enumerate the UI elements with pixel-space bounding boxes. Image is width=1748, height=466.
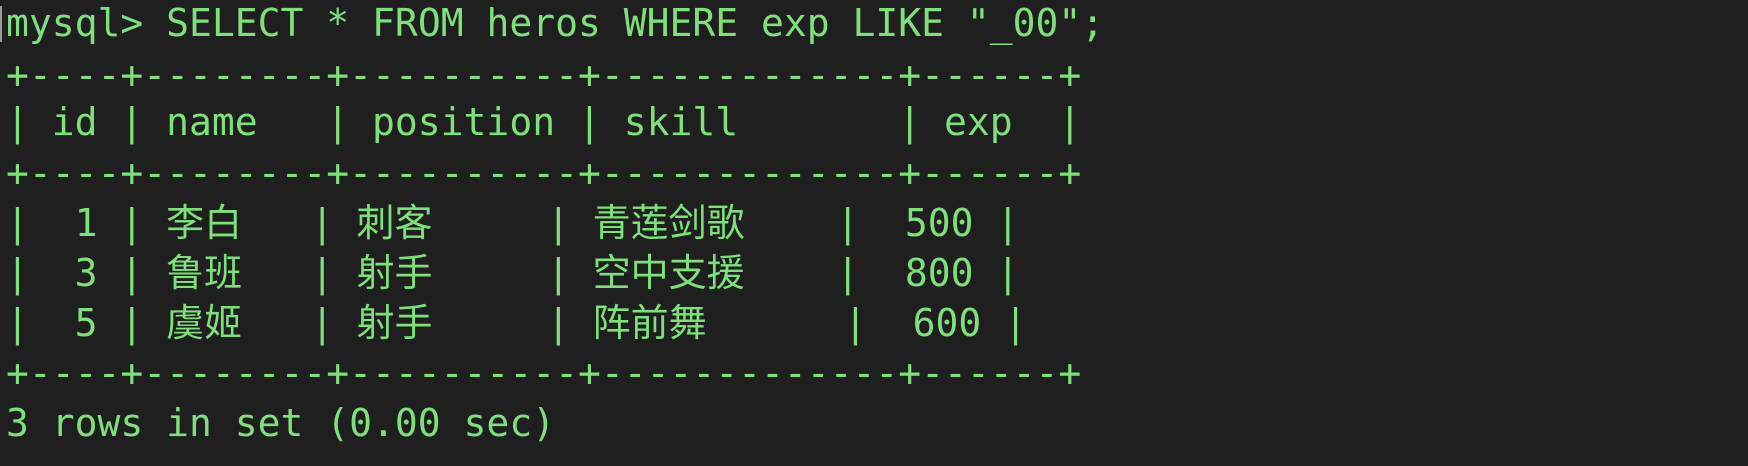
text-cursor (0, 6, 2, 42)
table-border-header: +----+--------+----------+-------------+… (6, 151, 1082, 195)
table-border-bottom: +----+--------+----------+-------------+… (6, 351, 1082, 395)
table-header-row: | id | name | position | skill | exp | (6, 100, 1082, 144)
table-row: | 1 | 李白 | 刺客 | 青莲剑歌 | 500 | (6, 201, 1020, 245)
result-summary: 3 rows in set (0.00 sec) (6, 401, 556, 445)
command-line: mysql> SELECT * FROM heros WHERE exp LIK… (6, 0, 1104, 48)
table-row: | 5 | 虞姬 | 射手 | 阵前舞 | 600 | (6, 301, 1027, 345)
prompt: mysql> (6, 1, 167, 45)
table-border-top: +----+--------+----------+-------------+… (6, 53, 1082, 97)
table-row: | 3 | 鲁班 | 射手 | 空中支援 | 800 | (6, 251, 1020, 295)
sql-command: SELECT * FROM heros WHERE exp LIKE "_00"… (166, 1, 1105, 45)
terminal-window[interactable]: mysql> SELECT * FROM heros WHERE exp LIK… (0, 0, 1748, 466)
